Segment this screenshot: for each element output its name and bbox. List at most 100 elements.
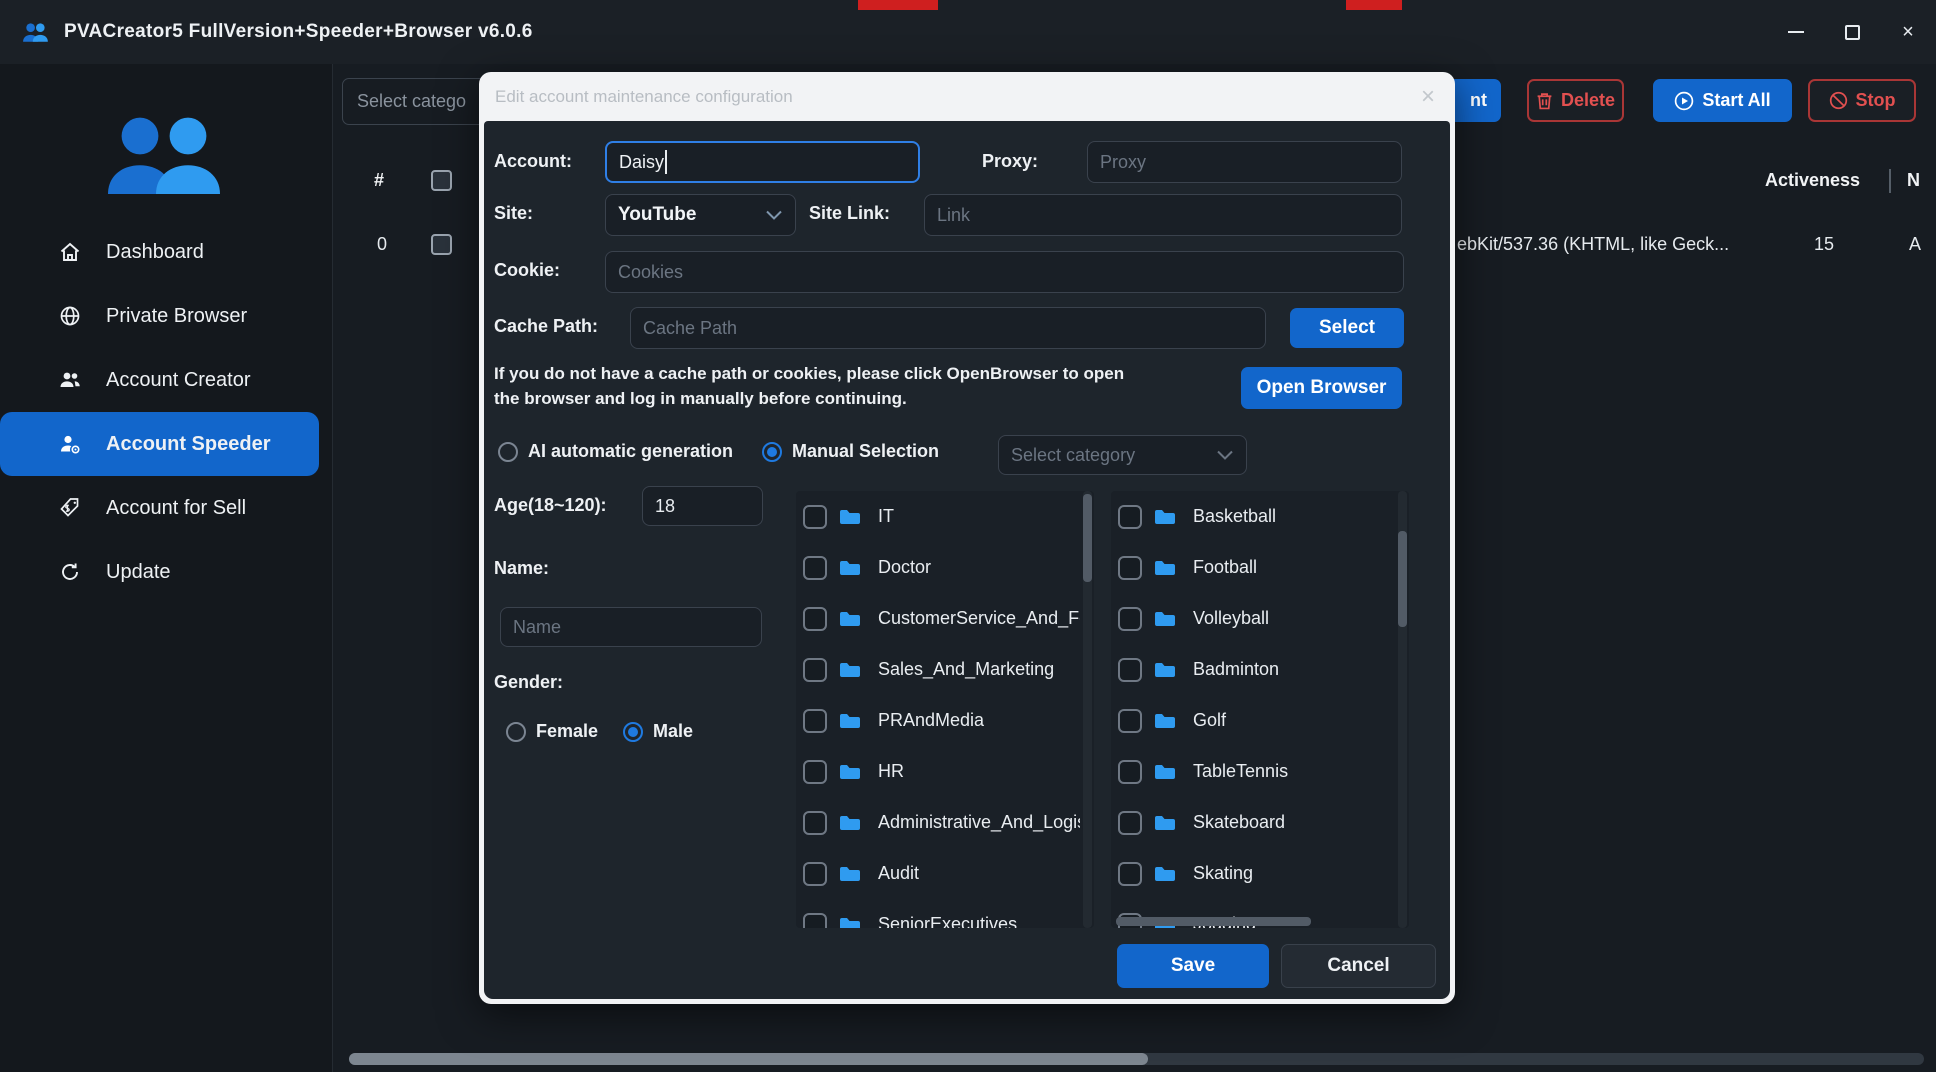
item-label: CustomerService_And_Fo [878, 608, 1080, 629]
site-link-label: Site Link: [809, 203, 890, 224]
list-horizontal-scrollbar-thumb[interactable] [1116, 917, 1311, 926]
site-select[interactable]: YouTube [605, 194, 796, 236]
checkbox[interactable] [803, 760, 827, 784]
save-button[interactable]: Save [1117, 944, 1269, 988]
checkbox[interactable] [803, 505, 827, 529]
category-select[interactable]: Select category [998, 435, 1247, 475]
sidebar-item-private-browser[interactable]: Private Browser [0, 284, 333, 348]
checkbox[interactable] [803, 913, 827, 929]
column-header-next: N [1907, 170, 1920, 191]
horizontal-scrollbar-thumb[interactable] [349, 1053, 1148, 1065]
folder-icon [1153, 811, 1177, 835]
proxy-input[interactable] [1087, 141, 1402, 183]
job-category-list[interactable]: IT Doctor CustomerService_And_Fo Sales_A… [796, 491, 1094, 928]
sidebar-item-account-speeder[interactable]: Account Speeder [0, 412, 319, 476]
account-label: Account: [494, 151, 572, 172]
list-item[interactable]: Skateboard [1111, 797, 1409, 848]
list-item[interactable]: Football [1111, 542, 1409, 593]
checkbox[interactable] [1118, 709, 1142, 733]
row-checkbox[interactable] [431, 234, 452, 255]
list-item[interactable]: Administrative_And_Logis [796, 797, 1094, 848]
list-item[interactable]: Golf [1111, 695, 1409, 746]
list-item[interactable]: TableTennis [1111, 746, 1409, 797]
sidebar-item-label: Dashboard [106, 241, 204, 264]
globe-icon [58, 304, 82, 328]
checkbox[interactable] [803, 556, 827, 580]
manual-selection-radio[interactable]: Manual Selection [762, 441, 939, 462]
cookie-input[interactable] [605, 251, 1404, 293]
age-label: Age(18~120): [494, 495, 607, 516]
minimize-button[interactable] [1768, 0, 1824, 64]
column-divider [1889, 169, 1891, 193]
list-item[interactable]: Badminton [1111, 644, 1409, 695]
checkbox[interactable] [1118, 760, 1142, 784]
list-scrollbar-thumb[interactable] [1398, 531, 1407, 627]
checkbox[interactable] [1118, 658, 1142, 682]
open-browser-button[interactable]: Open Browser [1241, 367, 1402, 409]
folder-icon [1153, 505, 1177, 529]
cache-path-select-button[interactable]: Select [1290, 308, 1404, 348]
folder-icon [1153, 709, 1177, 733]
delete-button[interactable]: Delete [1527, 79, 1624, 122]
checkbox[interactable] [803, 862, 827, 886]
list-item[interactable]: Basketball [1111, 491, 1409, 542]
checkbox[interactable] [1118, 505, 1142, 529]
list-scrollbar-track[interactable] [1083, 491, 1092, 928]
folder-icon [838, 709, 862, 733]
list-scrollbar-track[interactable] [1398, 491, 1407, 928]
list-item[interactable]: SeniorExecutives [796, 899, 1094, 928]
horizontal-scrollbar-track[interactable] [349, 1053, 1924, 1065]
account-input[interactable]: Daisy [605, 141, 920, 183]
list-item[interactable]: Sales_And_Marketing [796, 644, 1094, 695]
list-item[interactable]: Doctor [796, 542, 1094, 593]
row-activeness: 15 [1814, 234, 1834, 255]
site-link-input[interactable] [924, 194, 1402, 236]
list-item[interactable]: HR [796, 746, 1094, 797]
stop-slash-icon [1829, 91, 1848, 110]
sidebar-item-dashboard[interactable]: Dashboard [0, 220, 333, 284]
age-input[interactable] [642, 486, 763, 526]
close-button[interactable]: × [1880, 0, 1936, 64]
cancel-button[interactable]: Cancel [1281, 944, 1436, 988]
sidebar-menu: Dashboard Private Browser Account Creato… [0, 220, 333, 604]
item-label: Football [1193, 557, 1395, 578]
list-item[interactable]: IT [796, 491, 1094, 542]
refresh-icon [58, 560, 82, 584]
start-all-button[interactable]: Start All [1653, 79, 1792, 122]
list-item[interactable]: Audit [796, 848, 1094, 899]
list-item[interactable]: PRAndMedia [796, 695, 1094, 746]
checkbox[interactable] [803, 811, 827, 835]
checkbox[interactable] [803, 658, 827, 682]
cache-path-input[interactable] [630, 307, 1266, 349]
select-all-checkbox[interactable] [431, 170, 452, 191]
list-item[interactable]: Volleyball [1111, 593, 1409, 644]
list-scrollbar-thumb[interactable] [1083, 494, 1092, 582]
sidebar-item-update[interactable]: Update [0, 540, 333, 604]
chevron-down-icon [1216, 449, 1234, 461]
edit-account-modal: Edit account maintenance configuration ×… [479, 72, 1455, 1004]
gender-male-radio[interactable]: Male [623, 721, 693, 742]
gender-female-radio[interactable]: Female [506, 721, 598, 742]
ai-generation-radio[interactable]: AI automatic generation [498, 441, 733, 462]
radio-label: Female [536, 721, 598, 742]
modal-close-button[interactable]: × [1421, 85, 1435, 109]
list-item[interactable]: Skating [1111, 848, 1409, 899]
folder-icon [1153, 607, 1177, 631]
checkbox[interactable] [1118, 607, 1142, 631]
column-header-activeness: Activeness [1765, 170, 1860, 191]
stop-button[interactable]: Stop [1808, 79, 1916, 122]
checkbox[interactable] [803, 607, 827, 631]
folder-icon [838, 505, 862, 529]
item-label: Administrative_And_Logis [878, 812, 1080, 833]
checkbox[interactable] [1118, 862, 1142, 886]
checkbox[interactable] [1118, 556, 1142, 580]
radio-label: AI automatic generation [528, 441, 733, 462]
sidebar-item-account-for-sell[interactable]: Account for Sell [0, 476, 333, 540]
maximize-button[interactable] [1824, 0, 1880, 64]
list-item[interactable]: CustomerService_And_Fo [796, 593, 1094, 644]
sidebar-item-account-creator[interactable]: Account Creator [0, 348, 333, 412]
name-input[interactable] [500, 607, 762, 647]
interest-category-list[interactable]: Basketball Football Volleyball Badminton… [1111, 491, 1409, 928]
checkbox[interactable] [803, 709, 827, 733]
checkbox[interactable] [1118, 811, 1142, 835]
